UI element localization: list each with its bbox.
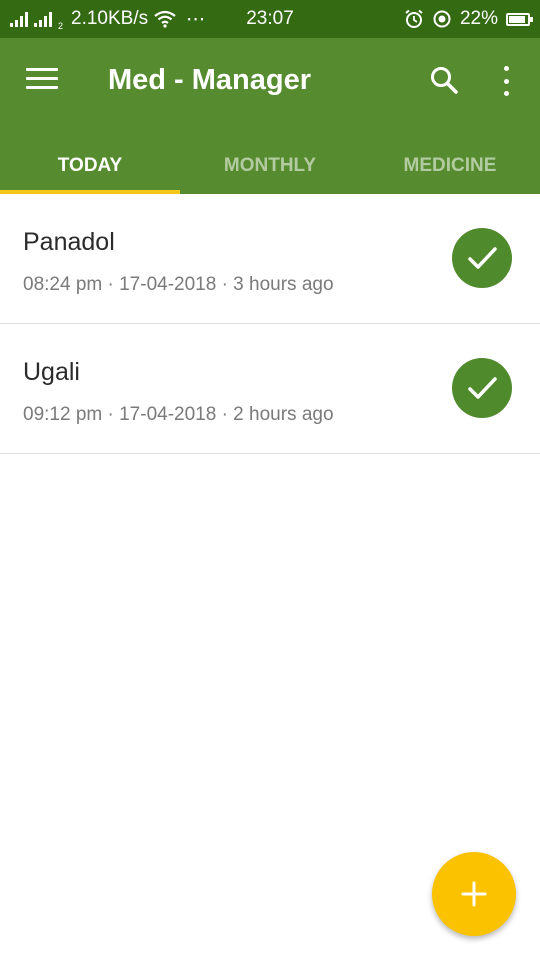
location-icon xyxy=(432,9,452,29)
status-left: 2 2.10KB/s ⋯ xyxy=(0,8,206,31)
check-circle-icon[interactable] xyxy=(452,228,512,288)
add-medicine-button[interactable] xyxy=(432,852,516,936)
tab-bar: TODAY MONTHLY MEDICINE xyxy=(0,138,540,194)
dose-time: 09:12 pm · 17-04-2018 · 2 hours ago xyxy=(23,404,334,425)
check-circle-icon[interactable] xyxy=(452,358,512,418)
network-speed: 2.10KB/s xyxy=(71,8,149,29)
app-bar: Med - Manager TODAY MONTHLY MEDICINE xyxy=(0,38,540,194)
battery-icon xyxy=(506,12,533,26)
signal-icon xyxy=(34,11,54,27)
plus-icon xyxy=(461,881,487,907)
medication-list: Panadol 08:24 pm · 17-04-2018 · 3 hours … xyxy=(0,194,540,454)
battery-percent: 22% xyxy=(459,8,498,29)
app-title: Med - Manager xyxy=(108,64,312,96)
dose-time: 08:24 pm · 17-04-2018 · 3 hours ago xyxy=(23,274,334,295)
medicine-name: Panadol xyxy=(23,228,115,256)
status-right: 22% xyxy=(404,0,533,38)
sim-tag: 2 xyxy=(58,20,64,31)
tab-today[interactable]: TODAY xyxy=(0,138,180,194)
status-bar: 2 2.10KB/s ⋯ 23:07 22% xyxy=(0,0,540,38)
menu-icon[interactable] xyxy=(26,68,58,92)
search-icon[interactable] xyxy=(428,64,460,96)
more-notifications-icon: ⋯ xyxy=(186,8,207,30)
more-vert-icon[interactable] xyxy=(494,66,518,96)
wifi-icon xyxy=(154,10,176,28)
tab-monthly[interactable]: MONTHLY xyxy=(180,138,360,194)
list-item[interactable]: Ugali 09:12 pm · 17-04-2018 · 2 hours ag… xyxy=(0,324,540,454)
medicine-name: Ugali xyxy=(23,358,80,386)
signal-icon xyxy=(10,11,30,27)
list-item[interactable]: Panadol 08:24 pm · 17-04-2018 · 3 hours … xyxy=(0,194,540,324)
tab-medicine[interactable]: MEDICINE xyxy=(360,138,540,194)
alarm-icon xyxy=(404,9,424,29)
